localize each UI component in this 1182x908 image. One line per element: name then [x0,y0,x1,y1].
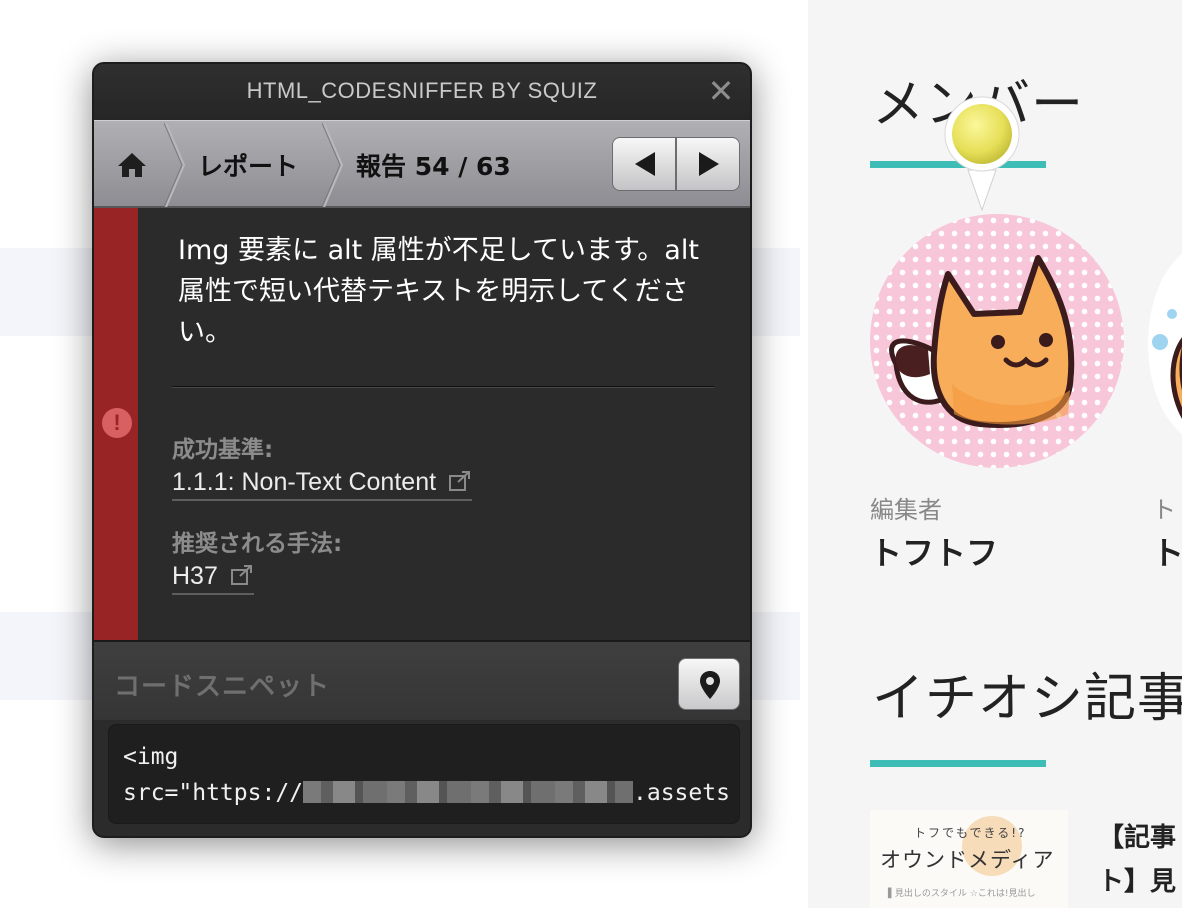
divider [172,386,714,388]
external-link-icon [449,471,471,491]
member-name[interactable]: トフトフ [870,528,998,574]
code-snippet[interactable]: <img src="https:// .assets [108,724,740,824]
code-line-suffix: .assets [633,780,730,806]
success-criteria-label: 成功基準: [172,437,274,463]
close-icon[interactable]: ✕ [706,75,736,107]
redacted-url [303,781,634,803]
heading-underline [870,760,1046,767]
map-pin-icon [700,671,720,699]
thumbnail-subtitle: トフでもできる!? [914,826,1027,840]
member-avatar-2[interactable] [1148,244,1182,444]
error-icon: ! [102,408,132,438]
error-severity-bar: ! [94,208,138,640]
technique-link[interactable]: H37 [172,562,254,595]
success-criteria-link[interactable]: 1.1.1: Non-Text Content [172,468,473,501]
issue-message: Img 要素に alt 属性が不足しています。alt 属性で短い代替テキストを明… [178,235,699,348]
member-avatar[interactable] [870,214,1124,468]
techniques-label: 推奨される手法: [172,531,343,557]
arrow-right-icon [699,152,719,176]
thumbnail-caption: ▌見出しのスタイル ☆これは!見出し [888,889,1036,899]
home-icon[interactable] [116,149,148,181]
code-snippet-title: コードスニペット [114,672,331,702]
arrow-left-icon [635,152,655,176]
article-title-line: 【記事 [1098,823,1177,853]
technique-link-text: H37 [172,562,218,590]
member-role-2: ト [1152,496,1176,524]
external-link-icon [230,565,252,585]
breadcrumb-issue-position: 報告 54 / 63 [356,152,511,181]
article-title[interactable]: 【記事 ト】見 [1098,816,1176,904]
panel-titlebar[interactable]: HTML_CODESNIFFER BY SQUIZ ✕ [94,64,750,120]
previous-issue-button[interactable] [612,137,676,191]
breadcrumb-separator [322,123,344,207]
success-criteria-link-text: 1.1.1: Non-Text Content [172,468,437,496]
panel-title: HTML_CODESNIFFER BY SQUIZ [246,78,598,103]
member-role: 編集者 [870,496,942,524]
page: メンバー 編集者 ト トフトフ ト イチオシ記事 [0,0,1182,908]
article-title-line: ト】見 [1098,867,1177,897]
breadcrumb-report[interactable]: レポート [198,147,298,183]
locate-element-button[interactable] [678,658,740,710]
code-line: <img [123,744,179,770]
thumbnail-title: オウンドメディア [880,848,1055,872]
issue-detail: ! Img 要素に alt 属性が不足しています。alt 属性で短い代替テキスト… [94,208,750,640]
next-issue-button[interactable] [676,137,740,191]
character-image [1152,309,1182,419]
codesniffer-panel: HTML_CODESNIFFER BY SQUIZ ✕ レポート 報告 54 /… [92,62,752,838]
breadcrumb: レポート 報告 54 / 63 [94,120,750,208]
location-pin-icon [944,96,1020,212]
breadcrumb-separator [164,123,186,207]
featured-heading: イチオシ記事 [872,669,1182,729]
fox-mascot-image [889,255,1075,428]
code-line-prefix: src="https:// [123,780,304,806]
article-thumbnail[interactable]: トフでもできる!? オウンドメディア ▌見出しのスタイル ☆これは!見出し [870,810,1068,908]
code-snippet-header: コードスニペット [94,640,750,720]
member-name-2[interactable]: ト [1152,528,1182,574]
